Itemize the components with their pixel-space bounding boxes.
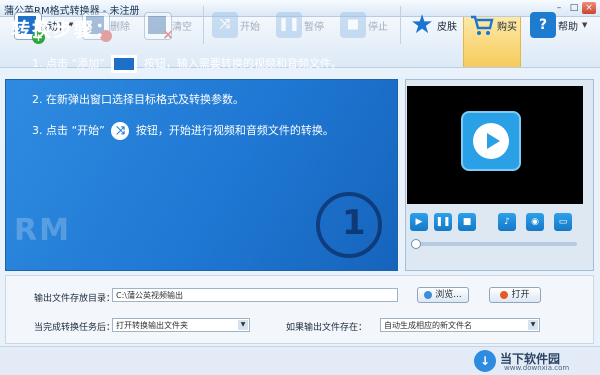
pause-button[interactable]: ❚❚ 暂停 — [272, 4, 332, 46]
open-label: 打开 — [511, 290, 530, 300]
guide-title: 转换步骤： — [11, 19, 117, 41]
seek-handle[interactable] — [411, 239, 421, 249]
if-exists-value: 自动生成相应的新文件名 — [384, 321, 472, 330]
snapshot-button[interactable]: ◉ — [526, 213, 544, 231]
skin-label: 皮肤 — [437, 22, 457, 33]
browse-icon — [424, 290, 433, 299]
star-icon: ★ — [410, 10, 434, 40]
output-dir-field[interactable]: C:\蒲公英视频输出 — [112, 288, 398, 302]
buy-button[interactable]: 购买 — [465, 4, 517, 46]
volume-icon[interactable]: ♪ — [498, 213, 516, 231]
site-watermark-logo: ↓ 当下软件园 www.downxia.com — [474, 350, 594, 372]
if-exists-label: 如果输出文件存在： — [286, 323, 368, 333]
shopping-cart-icon — [469, 12, 495, 38]
add-file-icon — [111, 55, 138, 73]
download-icon: ↓ — [474, 350, 496, 372]
step-3-text-a: 3. 点击 “开始” — [32, 124, 105, 137]
pause-label: 暂停 — [304, 22, 324, 33]
conversion-guide-banner: RM 1 — [5, 79, 398, 271]
after-done-select[interactable]: 打开转换输出文件夹 ▼ — [112, 318, 250, 332]
seek-bar[interactable] — [413, 242, 577, 246]
clear-label: 清空 — [172, 22, 192, 33]
stop-label: 停止 — [368, 22, 388, 33]
toolbar-divider — [400, 6, 401, 44]
stop-icon: ■ — [340, 12, 366, 38]
browse-label: 浏览... — [435, 290, 462, 300]
toolbar-divider — [203, 6, 204, 44]
help-icon: ? — [530, 12, 556, 38]
if-exists-select[interactable]: 自动生成相应的新文件名 ▼ — [380, 318, 540, 332]
open-folder-button[interactable]: 打开 — [489, 287, 541, 303]
help-label: 帮助 — [558, 22, 578, 33]
rm-watermark: RM — [14, 213, 71, 248]
guide-step-3: 3. 点击 “开始” ⤨ 按钮，开始进行视频和音频文件的转换。 — [32, 122, 334, 140]
step-1-text-a: 1. 点击 “添加” — [32, 57, 105, 70]
start-label: 开始 — [240, 22, 260, 33]
folder-icon — [500, 290, 509, 299]
buy-label: 购买 — [497, 22, 517, 33]
play-button[interactable]: ▶ — [410, 213, 428, 231]
stop-button[interactable]: ■ — [458, 213, 476, 231]
skin-button[interactable]: ★ 皮肤 — [405, 4, 461, 46]
watermark-url: www.downxia.com — [504, 364, 570, 372]
settings-panel — [5, 275, 594, 344]
chevron-down-icon[interactable]: ▼ — [528, 320, 538, 330]
clear-button[interactable]: 清空 — [140, 4, 198, 46]
help-button[interactable]: ? 帮助 ▼ — [526, 4, 592, 46]
shuffle-icon: ⤨ — [111, 122, 130, 140]
guide-step-2: 2. 在新弹出窗口选择目标格式及转换参数。 — [32, 93, 244, 106]
browse-button[interactable]: 浏览... — [417, 287, 469, 303]
after-done-value: 打开转换输出文件夹 — [116, 321, 188, 330]
guide-step-1: 1. 点击 “添加” 按钮，输入需要转换的视频和音频文件。 — [32, 55, 342, 73]
step-badge-number: 1 — [342, 203, 366, 243]
step-1-text-b: 按钮，输入需要转换的视频和音频文件。 — [143, 57, 342, 70]
clear-list-icon — [144, 12, 174, 43]
after-done-label: 当完成转换任务后： — [34, 323, 116, 333]
output-dir-label: 输出文件存放目录： — [34, 294, 116, 304]
shuffle-icon: ⤨ — [212, 12, 238, 38]
step-badge: 1 — [316, 192, 382, 258]
chevron-down-icon[interactable]: ▼ — [582, 21, 587, 29]
chevron-down-icon[interactable]: ▼ — [238, 320, 248, 330]
step-3-text-b: 按钮，开始进行视频和音频文件的转换。 — [135, 124, 334, 137]
fullscreen-button[interactable]: ▭ — [554, 213, 572, 231]
pause-button[interactable]: ❚❚ — [434, 213, 452, 231]
start-button[interactable]: ⤨ 开始 — [208, 4, 268, 46]
play-logo-icon — [461, 111, 521, 171]
stop-button[interactable]: ■ 停止 — [336, 4, 396, 46]
pause-icon: ❚❚ — [276, 12, 302, 38]
